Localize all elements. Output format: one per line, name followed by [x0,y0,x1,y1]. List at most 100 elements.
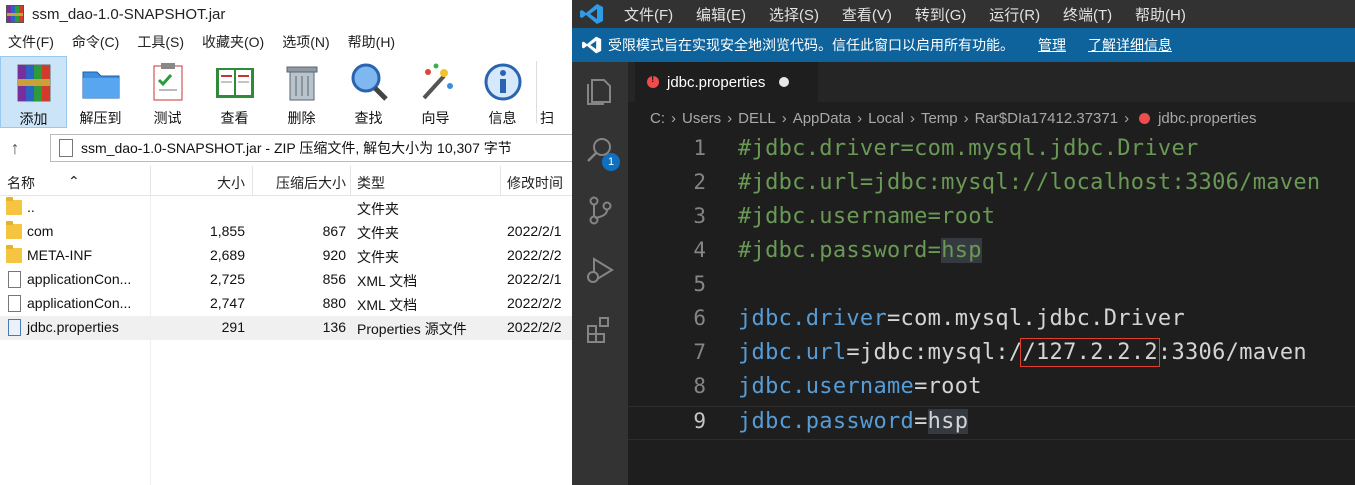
code-line[interactable]: 4 #jdbc.password=hsp [628,236,1355,270]
file-modified: 2022/2/2 [507,247,562,263]
search-icon[interactable] [584,134,616,166]
extensions-icon[interactable] [584,314,616,346]
file-row[interactable]: com 1,855 867 文件夹 2022/2/1 [0,220,572,244]
menu-command[interactable]: 命令(C) [72,32,119,52]
delete-button[interactable]: 删除 [268,56,335,128]
breadcrumb-item[interactable]: jdbc.properties [1158,110,1256,127]
code-line[interactable]: 7 jdbc.url=jdbc:mysql://127.2.2.2:3306/ma… [628,338,1355,372]
find-button[interactable]: 查找 [335,56,402,128]
view-button[interactable]: 查看 [201,56,268,128]
properties-file-icon [1139,112,1151,124]
breadcrumb-item[interactable]: Temp [921,110,958,127]
column-packed[interactable]: 压缩后大小 [276,173,346,193]
file-row[interactable]: applicationCon... 2,725 856 XML 文档 2022/… [0,268,572,292]
vs-menu-selection[interactable]: 选择(S) [769,7,819,24]
code-text: #jdbc.driver=com.mysql.jdbc.Driver [738,136,1199,161]
column-name[interactable]: 名称 [7,173,35,193]
code-line[interactable]: 2 #jdbc.url=jdbc:mysql://localhost:3306/m… [628,168,1355,202]
up-arrow-icon[interactable]: ↑ [0,133,30,163]
line-number: 4 [693,238,706,262]
test-button[interactable]: 测试 [134,56,201,128]
source-control-icon[interactable] [584,194,616,226]
file-packed-size: 920 [322,247,346,263]
folder-icon [6,197,22,215]
column-divider[interactable] [350,166,351,196]
find-button-label: 查找 [354,110,383,126]
vs-menu-go[interactable]: 转到(G) [915,7,967,24]
vs-menu-run[interactable]: 运行(R) [989,7,1040,24]
column-modified[interactable]: 修改时间 [507,173,563,193]
file-row[interactable]: META-INF 2,689 920 文件夹 2022/2/2 [0,244,572,268]
menu-file[interactable]: 文件(F) [8,32,54,52]
file-modified: 2022/2/2 [507,295,562,311]
line-number: 7 [693,340,706,364]
archive-path-text: ssm_dao-1.0-SNAPSHOT.jar - ZIP 压缩文件, 解包大… [81,140,512,156]
menu-help[interactable]: 帮助(H) [348,32,395,52]
breadcrumb-item[interactable]: Rar$DIa17412.37371 [975,110,1118,127]
vscode-shield-icon [582,35,602,55]
magic-wand-icon [414,60,458,104]
winrar-app-icon [6,5,24,23]
code-line[interactable]: 1 #jdbc.driver=com.mysql.jdbc.Driver [628,134,1355,168]
info-button[interactable]: 信息 [469,56,536,128]
file-row-parent[interactable]: .. 文件夹 [0,196,572,220]
file-row-selected[interactable]: jdbc.properties 291 136 Properties 源文件 2… [0,316,572,340]
code-token: :3306/maven [1157,340,1307,365]
breadcrumb-item[interactable]: C: [650,110,665,127]
breadcrumb-item[interactable]: Local [868,110,904,127]
vs-menu-help[interactable]: 帮助(H) [1135,7,1186,24]
file-icon [8,271,21,288]
vs-menu-edit[interactable]: 编辑(E) [696,7,746,24]
breadcrumb-item[interactable]: DELL [738,110,776,127]
code-line[interactable]: 6 jdbc.driver=com.mysql.jdbc.Driver [628,304,1355,338]
breadcrumb-item[interactable]: AppData [793,110,851,127]
tab-label: jdbc.properties [667,73,766,91]
properties-file-icon [647,74,659,88]
info-icon [481,60,525,104]
run-debug-icon[interactable] [584,254,616,286]
code-token: #jdbc.password= [738,238,942,263]
file-icon [8,295,21,312]
menu-favorites[interactable]: 收藏夹(O) [202,32,264,52]
wizard-button[interactable]: 向导 [402,56,469,128]
info-button-label: 信息 [488,110,517,126]
menu-tools[interactable]: 工具(S) [137,32,184,52]
activity-bar: 1 [572,62,628,485]
breadcrumb-item[interactable]: Users [682,110,721,127]
add-button[interactable]: 添加 [0,56,67,128]
code-token: jdbc.driver [738,306,887,331]
file-name: applicationCon... [27,271,132,287]
file-name: META-INF [27,247,93,263]
code-line[interactable]: 5 [628,270,1355,304]
code-token: jdbc.password [738,409,915,434]
vs-menu-terminal[interactable]: 终端(T) [1063,7,1112,24]
code-token: =root [914,374,982,399]
file-type: 文件夹 [357,201,399,217]
file-name: jdbc.properties [27,319,119,335]
unsaved-dot-icon[interactable] [779,77,790,87]
file-row[interactable]: applicationCon... 2,747 880 XML 文档 2022/… [0,292,572,316]
column-type[interactable]: 类型 [357,173,385,193]
code-line[interactable]: 3 #jdbc.username=root [628,202,1355,236]
code-token: hsp [927,409,969,434]
banner-learn-more-link[interactable]: 了解详细信息 [1088,35,1172,55]
extract-to-button[interactable]: 解压到 [67,56,134,128]
tab-jdbc-properties[interactable]: jdbc.properties [635,62,818,102]
code-line[interactable]: 8 jdbc.username=root [628,372,1355,406]
code-editor[interactable]: 1 #jdbc.driver=com.mysql.jdbc.Driver 2 #jdb… [628,134,1355,485]
code-line[interactable]: 9 jdbc.password=hsp [628,406,1355,440]
column-size[interactable]: 大小 [217,173,245,193]
code-token: jdbc.username [738,374,915,399]
vs-menu-view[interactable]: 查看(V) [842,7,892,24]
menu-options[interactable]: 选项(N) [282,32,329,52]
column-divider[interactable] [500,166,501,196]
vs-menu-file[interactable]: 文件(F) [624,7,673,24]
code-token: #jdbc.username=root [738,204,996,229]
scan-button[interactable]: 扫 [537,56,557,128]
banner-manage-link[interactable]: 管理 [1038,35,1066,55]
winrar-toolbar: 添加 解压到 测试 查看 删除 查找 向导 信息 扫 [0,56,572,128]
column-divider[interactable] [150,166,151,196]
column-divider[interactable] [252,166,253,196]
archive-path-box[interactable]: ssm_dao-1.0-SNAPSHOT.jar - ZIP 压缩文件, 解包大… [50,134,572,162]
explorer-icon[interactable] [584,74,616,106]
